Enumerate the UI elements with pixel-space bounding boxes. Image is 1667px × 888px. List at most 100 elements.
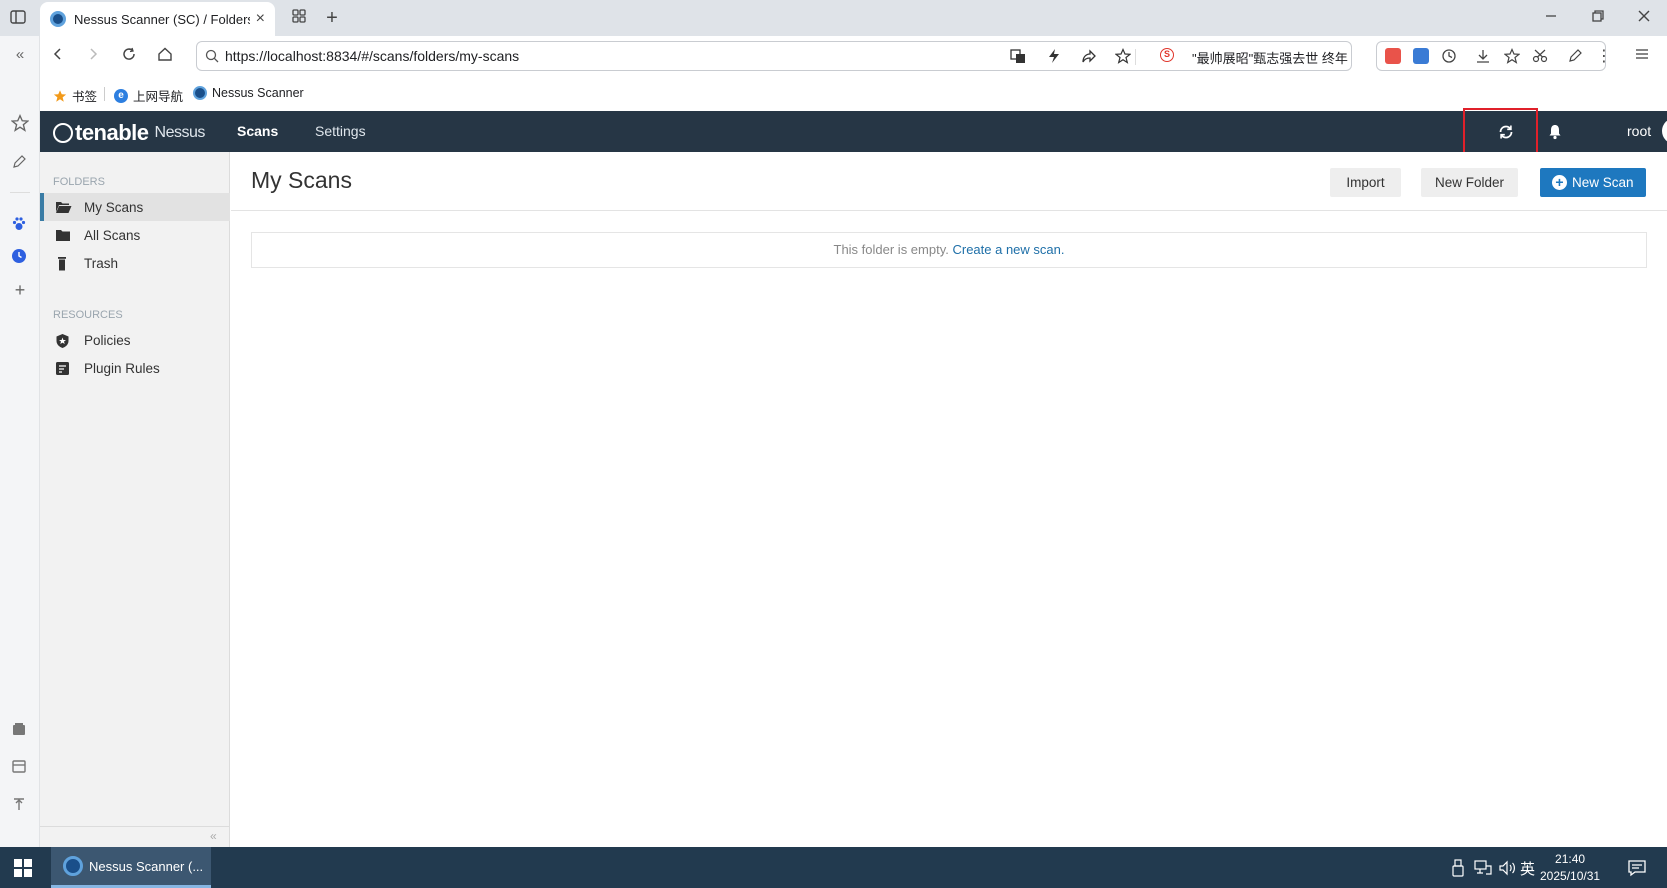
divider: [40, 826, 230, 827]
nav-scans[interactable]: Scans: [237, 123, 278, 139]
empty-folder-message: This folder is empty. Create a new scan.: [251, 232, 1647, 268]
extensions-bar: [1376, 41, 1606, 71]
clock-time: 21:40: [1555, 852, 1586, 866]
tenable-logo[interactable]: tenable Nessus: [53, 120, 205, 146]
sidebar-item-my-scans[interactable]: My Scans: [40, 193, 230, 221]
sidebar-item-plugin-rules[interactable]: Plugin Rules: [40, 354, 230, 382]
collapse-sidebar-icon[interactable]: «: [210, 829, 217, 843]
forward-icon[interactable]: [85, 46, 105, 66]
nessus-sidebar: FOLDERS My Scans All Scans Trash RESOURC…: [40, 152, 230, 847]
nav-settings[interactable]: Settings: [315, 123, 366, 139]
browser-app-icon: [63, 856, 83, 876]
url-text: https://localhost:8834/#/scans/folders/m…: [225, 48, 520, 64]
favorites-icon[interactable]: [11, 114, 29, 132]
new-scan-button[interactable]: + New Scan: [1540, 168, 1646, 197]
volume-icon[interactable]: [1498, 860, 1516, 876]
highlight-box: [1463, 108, 1538, 155]
add-app-icon[interactable]: +: [11, 281, 29, 299]
divider: [1135, 49, 1136, 65]
taskbar-app-nessus[interactable]: Nessus Scanner (...: [51, 847, 211, 888]
pin-icon[interactable]: [11, 796, 29, 814]
taskbar-clock[interactable]: 21:40 2025/10/31: [1540, 851, 1600, 885]
resources-heading: RESOURCES: [53, 309, 123, 321]
divider: [104, 87, 105, 101]
menu-icon[interactable]: [1634, 46, 1650, 62]
notifications-bell-icon[interactable]: [1547, 123, 1563, 140]
sidebar-item-all-scans[interactable]: All Scans: [40, 221, 230, 249]
share-icon[interactable]: [1081, 48, 1097, 64]
scissors-icon[interactable]: [1532, 48, 1550, 64]
folder-icon: [55, 228, 71, 242]
divider: [231, 210, 1667, 211]
translate-extension-icon[interactable]: [1413, 48, 1429, 64]
divider: [10, 192, 30, 193]
sidebar-toggle-icon[interactable]: [9, 8, 29, 28]
bookmark-item[interactable]: e 上网导航: [114, 86, 183, 105]
back-icon[interactable]: [50, 46, 70, 66]
ie-icon: e: [114, 88, 128, 103]
username[interactable]: root: [1627, 123, 1651, 139]
close-tab-icon[interactable]: ×: [256, 10, 265, 28]
open-folder-icon: [55, 200, 72, 214]
pdf-extension-icon[interactable]: [1385, 48, 1401, 64]
collections-icon[interactable]: [11, 721, 29, 739]
baidu-paw-icon[interactable]: [11, 216, 29, 234]
sogou-search-icon[interactable]: S: [1160, 48, 1174, 62]
browser-tab-bar: Nessus Scanner (SC) / Folders / My Scans…: [0, 0, 1667, 36]
page-title: My Scans: [251, 167, 352, 193]
nessus-favicon-icon: [193, 86, 207, 100]
main-content: My Scans Import New Folder + New Scan Th…: [231, 152, 1667, 847]
notification-center-icon[interactable]: [1627, 859, 1647, 877]
sidebar-item-trash[interactable]: Trash: [40, 249, 230, 277]
create-new-scan-link[interactable]: Create a new scan.: [952, 242, 1064, 257]
folders-heading: FOLDERS: [53, 176, 105, 188]
reload-icon[interactable]: [121, 46, 141, 66]
close-window-icon[interactable]: [1636, 8, 1656, 28]
bookmarks-bar: 书签 e 上网导航 Nessus Scanner: [0, 76, 1667, 111]
favorites-icon[interactable]: [1504, 48, 1520, 64]
tab-groups-icon[interactable]: [291, 8, 311, 28]
minimize-icon[interactable]: [1543, 8, 1563, 28]
ime-indicator[interactable]: 英: [1520, 858, 1535, 879]
new-folder-button[interactable]: New Folder: [1421, 168, 1518, 197]
home-icon[interactable]: [157, 46, 177, 66]
import-button[interactable]: Import: [1330, 168, 1401, 197]
tab-title: Nessus Scanner (SC) / Folders / My Scans: [74, 11, 250, 27]
restore-icon[interactable]: [1590, 8, 1610, 28]
new-tab-icon[interactable]: +: [322, 8, 342, 28]
tenable-logo-icon: [53, 123, 73, 143]
plus-circle-icon: +: [1552, 175, 1567, 190]
new-scan-label: New Scan: [1572, 175, 1634, 190]
star-icon[interactable]: [1115, 48, 1131, 64]
windows-start-icon[interactable]: [14, 859, 32, 877]
translate-icon[interactable]: [1010, 48, 1026, 64]
nessus-header: tenable Nessus Scans Settings root: [40, 111, 1667, 152]
annotate-icon[interactable]: [11, 154, 29, 172]
shield-icon: [55, 333, 71, 348]
sidebar-item-policies[interactable]: Policies: [40, 326, 230, 354]
collapse-sidebar-icon[interactable]: «: [11, 46, 29, 64]
network-icon[interactable]: [1474, 860, 1492, 876]
user-avatar-icon[interactable]: [1662, 118, 1667, 144]
browser-tab-active[interactable]: Nessus Scanner (SC) / Folders / My Scans…: [40, 2, 275, 36]
clock-date: 2025/10/31: [1540, 869, 1601, 883]
bookmark-item[interactable]: 书签: [53, 86, 97, 105]
usb-icon[interactable]: [1452, 859, 1464, 877]
history-icon[interactable]: [1441, 48, 1459, 64]
address-bar[interactable]: https://localhost:8834/#/scans/folders/m…: [196, 41, 1352, 71]
lightning-icon[interactable]: [1047, 48, 1061, 64]
trash-icon: [55, 256, 71, 271]
download-icon[interactable]: [1475, 48, 1491, 64]
empty-text: This folder is empty.: [833, 242, 949, 257]
browser-sidebar: « +: [0, 36, 40, 847]
annotate-icon[interactable]: [1567, 48, 1583, 64]
bookmark-item[interactable]: Nessus Scanner: [193, 86, 304, 100]
windows-taskbar: Nessus Scanner (... 英 21:40 2025/10/31: [0, 847, 1667, 888]
search-icon: [205, 49, 219, 63]
toolbox-icon[interactable]: [11, 758, 29, 776]
plugin-rules-icon: [55, 361, 71, 375]
more-menu-icon[interactable]: ⋮: [1596, 46, 1612, 66]
news-ticker[interactable]: "最帅展昭"甄志强去世 终年: [1192, 48, 1382, 67]
nessus-favicon-icon: [50, 11, 66, 27]
clock-app-icon[interactable]: [11, 248, 29, 266]
